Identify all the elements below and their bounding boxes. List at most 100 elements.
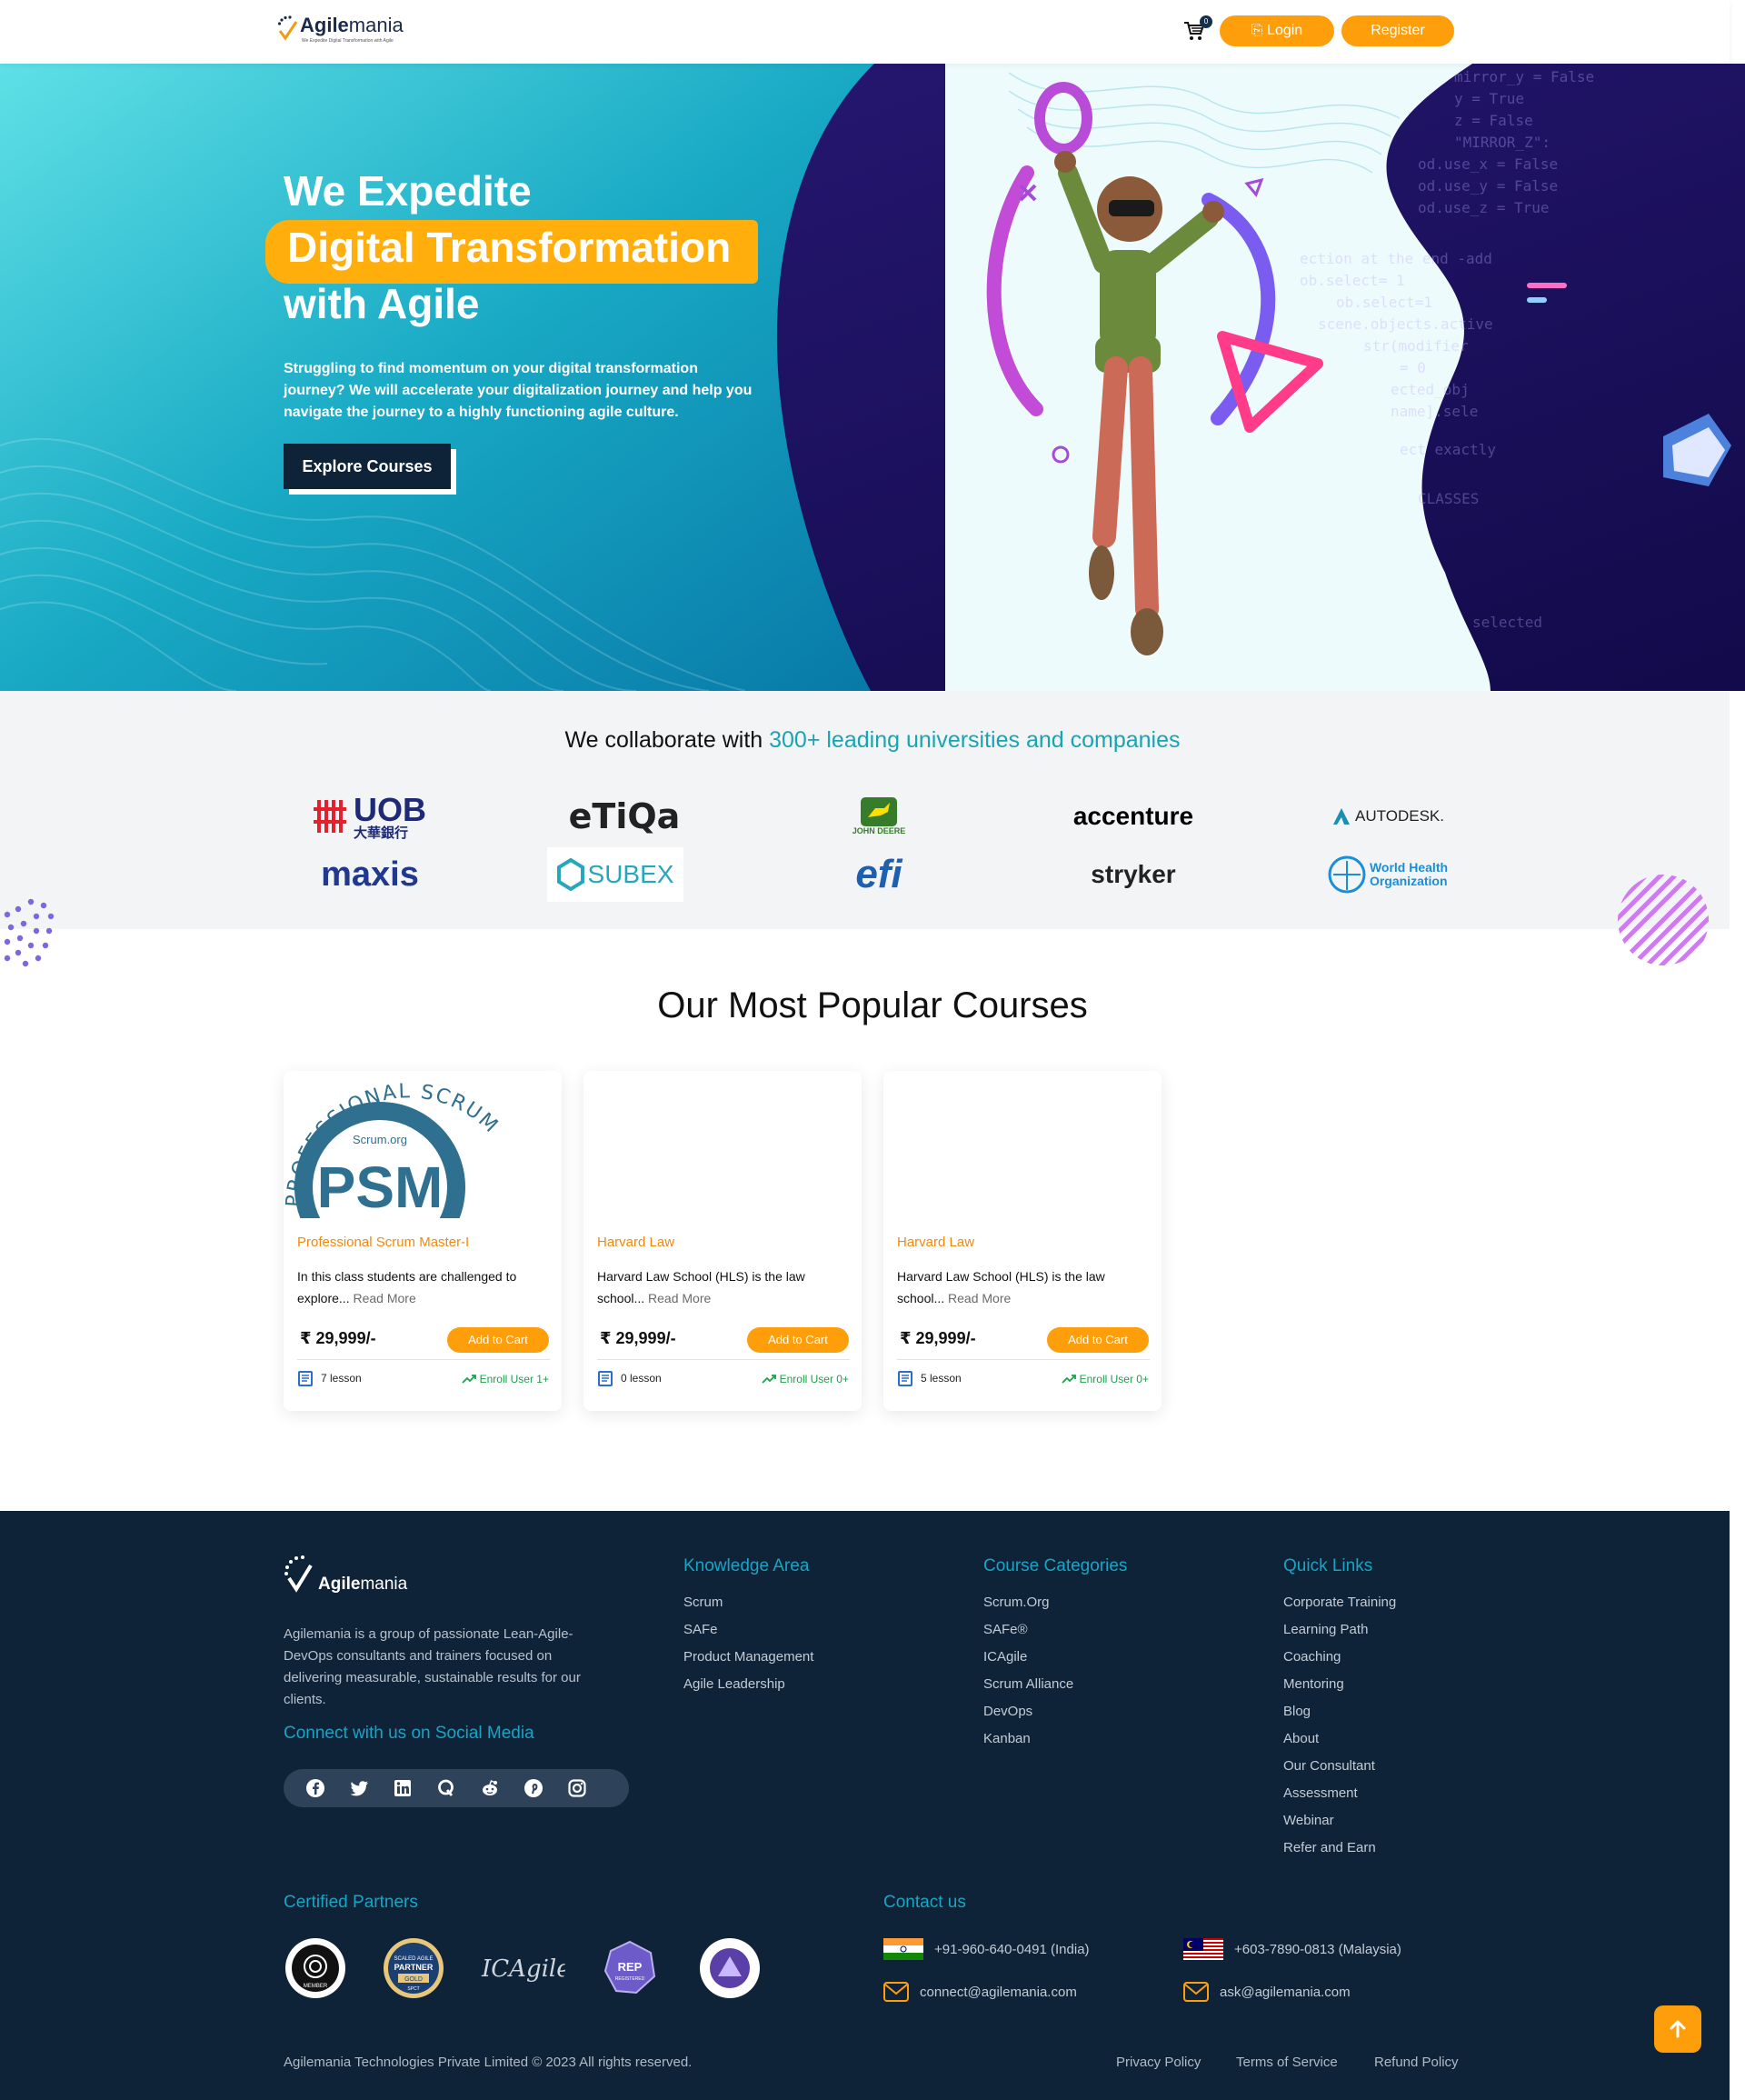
copyright-text: Agilemania Technologies Private Limited … bbox=[284, 2055, 693, 2070]
footer-link[interactable]: Product Management bbox=[683, 1644, 813, 1671]
footer-link[interactable]: Assessment bbox=[1283, 1780, 1396, 1807]
quick-links-list: Corporate Training Learning Path Coachin… bbox=[1283, 1589, 1396, 1862]
course-category[interactable]: Harvard Law bbox=[897, 1235, 974, 1250]
footer-link[interactable]: Agile Leadership bbox=[683, 1671, 813, 1698]
logo-stryker: stryker bbox=[1091, 860, 1176, 888]
explore-courses-button[interactable]: Explore Courses bbox=[284, 444, 451, 489]
pinterest-icon[interactable] bbox=[524, 1778, 543, 1798]
add-to-cart-button[interactable]: Add to Cart bbox=[447, 1327, 549, 1353]
course-thumbnail-empty bbox=[883, 1071, 1162, 1218]
site-logo[interactable]: Agilemania We Expedite Digital Transform… bbox=[276, 15, 404, 44]
svg-text:MEMBER: MEMBER bbox=[304, 1984, 328, 1989]
logo-subex: SUBEX bbox=[547, 847, 683, 902]
register-button[interactable]: Register bbox=[1341, 15, 1454, 46]
logo-uob: UOB 大華銀行 bbox=[302, 789, 438, 844]
decorative-dot bbox=[47, 913, 55, 920]
email-ask[interactable]: ask@agilemania.com bbox=[1183, 1982, 1351, 2002]
decorative-stripe-circle bbox=[1618, 875, 1709, 965]
logo-autodesk: AUTODESK. bbox=[1320, 789, 1456, 844]
hero-code-line: CLASSES bbox=[1418, 490, 1479, 507]
knowledge-area-heading: Knowledge Area bbox=[683, 1556, 810, 1575]
login-button[interactable]: ⎘ Login bbox=[1220, 15, 1334, 46]
svg-text:REGISTERED: REGISTERED bbox=[615, 1976, 645, 1982]
hero-code-line: od.use_x = False bbox=[1418, 155, 1558, 173]
hero-code-line: scene.objects.active bbox=[1318, 315, 1493, 333]
phone-malaysia[interactable]: +603-7890-0813 (Malaysia) bbox=[1183, 1938, 1401, 1960]
decorative-dot bbox=[45, 927, 53, 935]
certified-partners-heading: Certified Partners bbox=[284, 1893, 418, 1912]
linkedin-icon[interactable] bbox=[393, 1778, 413, 1798]
collab-heading: We collaborate with 300+ leading univers… bbox=[564, 727, 1181, 753]
footer-link[interactable]: Scrum bbox=[683, 1589, 813, 1616]
decorative-dot bbox=[35, 955, 42, 962]
course-card[interactable]: Harvard Law Harvard Law School (HLS) is … bbox=[883, 1071, 1162, 1411]
popular-courses-heading: Our Most Popular Courses bbox=[657, 985, 1088, 1025]
footer-logo[interactable]: Agilemania bbox=[284, 1555, 407, 1595]
rep-registered-badge[interactable]: REP REGISTERED bbox=[598, 1936, 662, 2000]
footer-link[interactable]: Kanban bbox=[983, 1725, 1073, 1753]
hero-code-line: name].sele bbox=[1391, 403, 1478, 420]
hero-code-line: ect exactly bbox=[1400, 441, 1496, 458]
footer-link[interactable]: Scrum.Org bbox=[983, 1589, 1073, 1616]
decorative-dots-left bbox=[4, 898, 55, 967]
kanban-university-badge[interactable] bbox=[698, 1936, 762, 2000]
top-navbar: Agilemania We Expedite Digital Transform… bbox=[0, 0, 1730, 64]
footer-link[interactable]: SAFe bbox=[683, 1616, 813, 1644]
privacy-policy-link[interactable]: Privacy Policy bbox=[1116, 2055, 1201, 2070]
footer-link[interactable]: Blog bbox=[1283, 1698, 1396, 1725]
instagram-icon[interactable] bbox=[567, 1778, 587, 1798]
enroll-count: Enroll User 1+ bbox=[461, 1373, 549, 1385]
hero-code-line: selected bbox=[1472, 614, 1542, 631]
hero-code-line: od.use_y = False bbox=[1418, 177, 1558, 195]
footer-link[interactable]: Mentoring bbox=[1283, 1671, 1396, 1698]
twitter-icon[interactable] bbox=[349, 1778, 369, 1798]
footer-link[interactable]: SAFe® bbox=[983, 1616, 1073, 1644]
reddit-icon[interactable] bbox=[480, 1778, 500, 1798]
course-card[interactable]: Harvard Law Harvard Law School (HLS) is … bbox=[583, 1071, 862, 1411]
course-description: In this class students are challenged to… bbox=[297, 1269, 517, 1305]
svg-text:PSM: PSM bbox=[317, 1155, 444, 1218]
svg-text:SPCT: SPCT bbox=[407, 1986, 419, 1992]
course-category[interactable]: Harvard Law bbox=[597, 1235, 674, 1250]
footer-link[interactable]: Our Consultant bbox=[1283, 1753, 1396, 1780]
decorative-dot bbox=[27, 942, 35, 949]
deer-icon bbox=[861, 797, 897, 826]
refund-policy-link[interactable]: Refund Policy bbox=[1374, 2055, 1459, 2070]
quora-icon[interactable] bbox=[436, 1778, 456, 1798]
scroll-to-top-button[interactable] bbox=[1654, 2005, 1701, 2053]
hero-background-art: mirror_y = False y = True z = False "MIRROR… bbox=[0, 64, 1745, 691]
footer-link[interactable]: ICAgile bbox=[983, 1644, 1073, 1671]
footer-link[interactable]: Coaching bbox=[1283, 1644, 1396, 1671]
terms-of-service-link[interactable]: Terms of Service bbox=[1236, 2055, 1338, 2070]
add-to-cart-button[interactable]: Add to Cart bbox=[747, 1327, 849, 1353]
footer-link[interactable]: About bbox=[1283, 1725, 1396, 1753]
footer-link[interactable]: Scrum Alliance bbox=[983, 1671, 1073, 1698]
icagile-badge[interactable]: ICAgile bbox=[478, 1936, 565, 2000]
footer-link[interactable]: Refer and Earn bbox=[1283, 1835, 1396, 1862]
course-card[interactable]: PROFESSIONAL SCRUM Scrum.org PSM Profess… bbox=[284, 1071, 562, 1411]
email-connect[interactable]: connect@agilemania.com bbox=[883, 1982, 1077, 2002]
read-more-link[interactable]: Read More bbox=[948, 1291, 1011, 1305]
footer-link[interactable]: Learning Path bbox=[1283, 1616, 1396, 1644]
pst-member-badge[interactable]: MEMBER bbox=[284, 1936, 347, 2000]
phone-india[interactable]: +91-960-640-0491 (India) bbox=[883, 1938, 1090, 1960]
hero-code-line: ob.select=1 bbox=[1336, 294, 1432, 311]
footer-link[interactable]: Webinar bbox=[1283, 1807, 1396, 1835]
footer-link[interactable]: DevOps bbox=[983, 1698, 1073, 1725]
card-divider bbox=[897, 1359, 1150, 1360]
hero-heading-line2: Digital Transformation bbox=[287, 224, 732, 271]
safe-partner-badge[interactable]: SCALED AGILE PARTNER GOLD SPCT bbox=[382, 1936, 445, 2000]
malaysia-flag-icon bbox=[1183, 1938, 1223, 1960]
read-more-link[interactable]: Read More bbox=[648, 1291, 711, 1305]
trend-up-icon bbox=[761, 1375, 776, 1384]
mail-icon bbox=[883, 1982, 909, 2002]
footer-link[interactable]: Corporate Training bbox=[1283, 1589, 1396, 1616]
facebook-icon[interactable] bbox=[305, 1778, 325, 1798]
course-category[interactable]: Professional Scrum Master-I bbox=[297, 1235, 469, 1250]
decorative-dot bbox=[40, 902, 47, 909]
read-more-link[interactable]: Read More bbox=[353, 1291, 415, 1305]
logo-maxis: maxis bbox=[321, 855, 419, 894]
autodesk-icon bbox=[1333, 808, 1351, 825]
add-to-cart-button[interactable]: Add to Cart bbox=[1047, 1327, 1149, 1353]
course-thumbnail-psm: PROFESSIONAL SCRUM Scrum.org PSM bbox=[284, 1071, 562, 1218]
